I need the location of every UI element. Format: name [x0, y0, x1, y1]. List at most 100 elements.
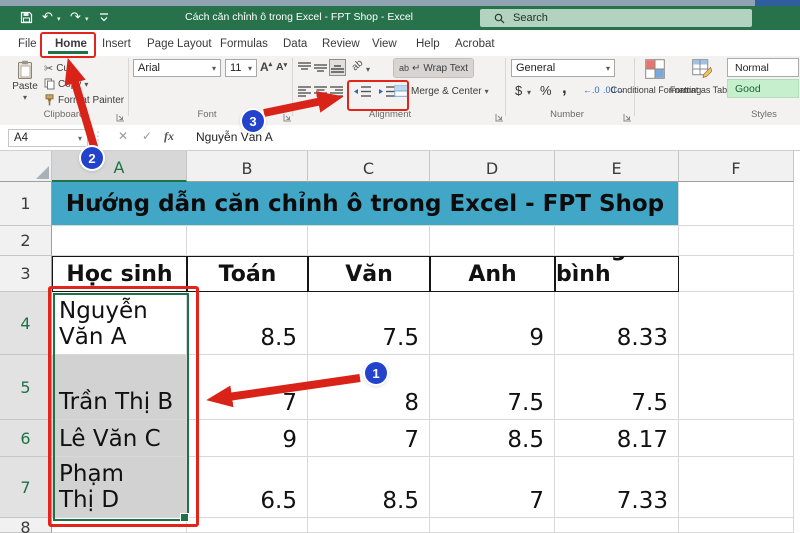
tab-formulas[interactable]: Formulas [220, 38, 268, 50]
cell-D7[interactable]: 7 [430, 457, 555, 518]
cell-D2[interactable] [430, 226, 555, 256]
tab-help[interactable]: Help [416, 38, 440, 50]
align-right-icon[interactable] [330, 85, 343, 98]
select-all-button[interactable] [0, 151, 52, 182]
cell-F7[interactable] [679, 457, 794, 518]
cell-D5[interactable]: 7.5 [430, 355, 555, 420]
row-header-2[interactable]: 2 [0, 226, 52, 256]
cell-F1[interactable] [679, 182, 794, 226]
number-format-combo[interactable]: General ▾ [511, 59, 615, 77]
cell-banner-A1[interactable]: Hướng dẫn căn chỉnh ô trong Excel - FPT … [52, 182, 679, 226]
customize-qat-icon[interactable] [99, 12, 109, 25]
cell-B3[interactable]: Toán [187, 256, 308, 292]
style-good[interactable]: Good [727, 79, 799, 98]
cell-F5[interactable] [679, 355, 794, 420]
tab-view[interactable]: View [372, 38, 397, 50]
tab-file[interactable]: File [18, 38, 37, 50]
redo-caret-icon[interactable]: ▾ [85, 15, 89, 23]
cell-C6[interactable]: 7 [308, 420, 430, 457]
selection-fill-handle[interactable] [180, 513, 189, 522]
cell-C8[interactable] [308, 518, 430, 533]
row-header-5[interactable]: 5 [0, 355, 52, 420]
cell-B7[interactable]: 6.5 [187, 457, 308, 518]
cell-D4[interactable]: 9 [430, 292, 555, 355]
search-box[interactable]: Search [480, 9, 752, 27]
cell-A4-active[interactable]: Nguyễn Văn A [52, 292, 187, 355]
row-header-3[interactable]: 3 [0, 256, 52, 292]
align-left-icon[interactable] [298, 85, 311, 98]
cell-A5[interactable]: Trần Thị B [52, 355, 187, 420]
increase-font-size-button[interactable]: A ▴ [260, 60, 272, 74]
align-middle-icon[interactable] [314, 61, 327, 74]
cell-F2[interactable] [679, 226, 794, 256]
cell-B5[interactable]: 7 [187, 355, 308, 420]
percent-style-button[interactable]: % [540, 83, 552, 98]
increase-decimal-icon[interactable]: ←.0 [583, 85, 600, 95]
row-header-1[interactable]: 1 [0, 182, 52, 226]
tab-home[interactable]: Home [55, 38, 87, 50]
cell-A8[interactable] [52, 518, 187, 533]
accounting-caret-icon[interactable]: ▾ [527, 88, 531, 97]
cell-E5[interactable]: 7.5 [555, 355, 679, 420]
cell-D3[interactable]: Anh [430, 256, 555, 292]
cancel-icon[interactable]: ✕ [118, 129, 128, 143]
cell-F4[interactable] [679, 292, 794, 355]
cell-F8[interactable] [679, 518, 794, 533]
paste-button[interactable]: Paste ▾ [8, 60, 42, 102]
name-box[interactable]: A4 ▾ [8, 129, 88, 147]
cell-E8[interactable] [555, 518, 679, 533]
cell-C7[interactable]: 8.5 [308, 457, 430, 518]
cell-B6[interactable]: 9 [187, 420, 308, 457]
formula-bar-value[interactable]: Nguyễn Văn A [196, 130, 273, 144]
cell-A6[interactable]: Lê Văn C [52, 420, 187, 457]
cell-E7[interactable]: 7.33 [555, 457, 679, 518]
insert-function-icon[interactable]: fx [164, 129, 174, 144]
column-header-C[interactable]: C [308, 151, 430, 182]
row-header-6[interactable]: 6 [0, 420, 52, 457]
font-name-combo[interactable]: Arial ▾ [133, 59, 221, 77]
cell-A2[interactable] [52, 226, 187, 256]
cut-button[interactable]: ✂ Cut [44, 62, 72, 75]
decrease-indent-icon[interactable] [353, 85, 371, 98]
tab-review[interactable]: Review [322, 38, 360, 50]
undo-icon[interactable]: ↶ [42, 10, 53, 23]
cell-E6[interactable]: 8.17 [555, 420, 679, 457]
cell-A3[interactable]: Học sinh [52, 256, 187, 292]
cell-C2[interactable] [308, 226, 430, 256]
conditional-formatting-icon[interactable] [645, 59, 665, 79]
cell-D6[interactable]: 8.5 [430, 420, 555, 457]
undo-caret-icon[interactable]: ▾ [57, 15, 61, 23]
column-header-B[interactable]: B [187, 151, 308, 182]
cell-C4[interactable]: 7.5 [308, 292, 430, 355]
column-header-D[interactable]: D [430, 151, 555, 182]
column-header-E[interactable]: E [555, 151, 679, 182]
row-header-7[interactable]: 7 [0, 457, 52, 518]
wrap-text-button[interactable]: ab ↵ Wrap Text [392, 58, 475, 78]
font-size-combo[interactable]: 11 ▾ [225, 59, 257, 77]
redo-icon[interactable]: ↷ [70, 10, 81, 23]
tab-acrobat[interactable]: Acrobat [455, 38, 495, 50]
save-icon[interactable] [20, 11, 33, 26]
align-top-icon[interactable] [298, 61, 311, 74]
cell-E2[interactable] [555, 226, 679, 256]
cell-E4[interactable]: 8.33 [555, 292, 679, 355]
decrease-font-size-button[interactable]: A ▾ [276, 61, 287, 73]
cell-B4[interactable]: 8.5 [187, 292, 308, 355]
cell-C3[interactable]: Văn [308, 256, 430, 292]
row-header-8[interactable]: 8 [0, 518, 52, 533]
copy-button[interactable]: Copy ▾ [44, 78, 88, 90]
enter-icon[interactable]: ✓ [142, 129, 152, 143]
cell-F6[interactable] [679, 420, 794, 457]
align-bottom-icon[interactable] [329, 59, 346, 76]
merge-center-button[interactable]: Merge & Center ▾ [394, 85, 489, 97]
column-header-A[interactable]: A [52, 151, 187, 182]
cell-B2[interactable] [187, 226, 308, 256]
cell-F3[interactable] [679, 256, 794, 292]
style-normal[interactable]: Normal [727, 58, 799, 77]
tab-data[interactable]: Data [283, 38, 307, 50]
column-header-F[interactable]: F [679, 151, 794, 182]
format-painter-button[interactable]: Format Painter [44, 94, 124, 106]
row-header-4[interactable]: 4 [0, 292, 52, 355]
cell-B8[interactable] [187, 518, 308, 533]
comma-style-button[interactable]: , [562, 78, 567, 98]
